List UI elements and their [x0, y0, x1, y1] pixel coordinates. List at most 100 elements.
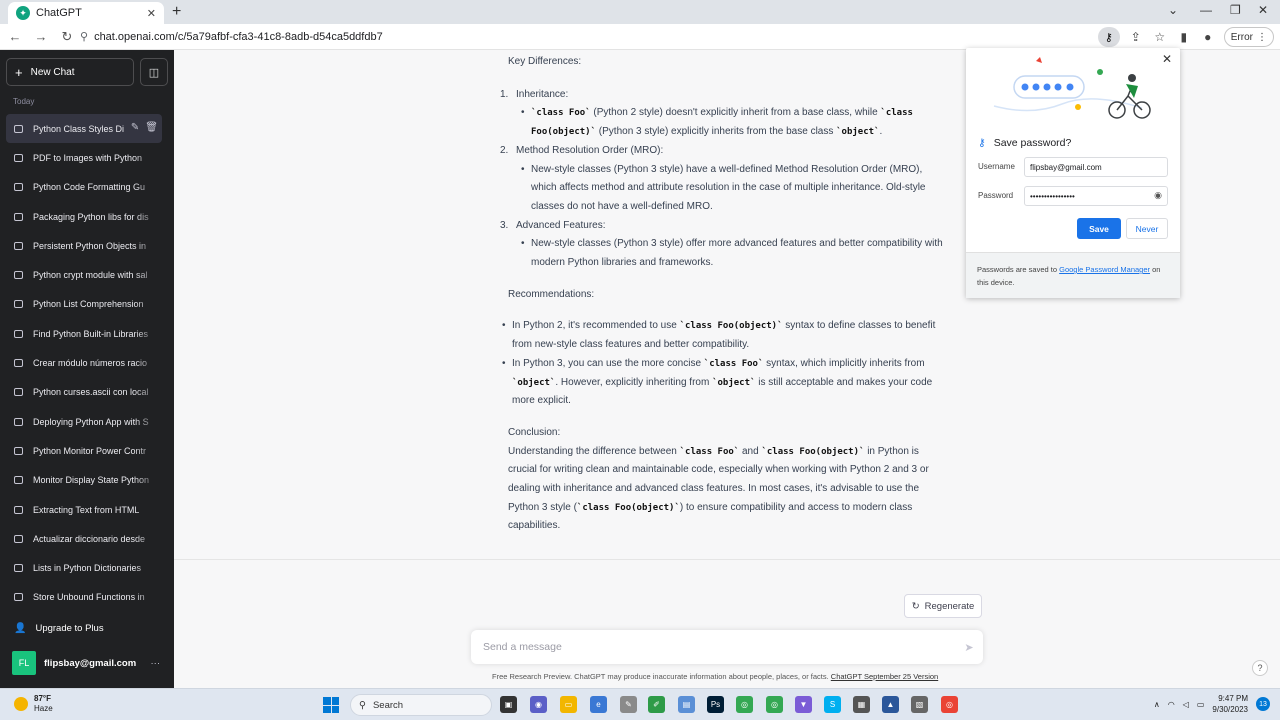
- clock[interactable]: 9:47 PM 9/30/2023: [1212, 693, 1248, 715]
- conversation-label: Extracting Text from HTML: [33, 504, 140, 515]
- conversation-item[interactable]: Python crypt module with sal: [6, 260, 162, 290]
- app-icon[interactable]: ✎: [620, 696, 637, 713]
- password-field[interactable]: •••••••••••••••• ◉: [1024, 186, 1168, 206]
- tab-close-icon[interactable]: ✕: [147, 7, 156, 20]
- profile-icon[interactable]: ●: [1200, 30, 1216, 44]
- fade-overlay: [134, 231, 162, 261]
- version-link[interactable]: ChatGPT September 25 Version: [831, 672, 938, 681]
- tab-search-chevron-icon[interactable]: ⌄: [1168, 3, 1178, 17]
- battery-icon[interactable]: ▭: [1197, 700, 1205, 709]
- browser-tab[interactable]: ✦ ChatGPT ✕: [8, 2, 164, 24]
- text-span: . However, explicitly inheriting from: [555, 376, 713, 388]
- edit-icon[interactable]: ✎: [131, 122, 139, 133]
- address-bar[interactable]: ⚲ chat.openai.com/c/5a79afbf-cfa3-41c8-8a…: [80, 30, 383, 43]
- date: 9/30/2023: [1212, 705, 1248, 714]
- fade-overlay: [134, 260, 162, 290]
- username-field[interactable]: flipsbay@gmail.com: [1024, 157, 1168, 177]
- forward-icon[interactable]: →: [30, 29, 52, 44]
- conversation-label: Packaging Python libs for dis: [33, 211, 149, 222]
- back-icon[interactable]: ←: [4, 29, 26, 44]
- new-chat-button[interactable]: + New Chat: [6, 58, 134, 86]
- save-button[interactable]: Save: [1077, 218, 1121, 239]
- sidebar: + New Chat ◫ Today Python Class Styles D…: [0, 50, 174, 688]
- send-icon[interactable]: ➤: [955, 641, 983, 654]
- close-icon[interactable]: ✕: [1162, 52, 1172, 66]
- conversation-label: Python Monitor Power Contr: [33, 445, 147, 456]
- regenerate-icon: ↻: [911, 600, 920, 612]
- task-view-icon[interactable]: ▣: [500, 696, 517, 713]
- new-tab-icon[interactable]: +: [172, 2, 181, 22]
- conversation-item[interactable]: Python Code Formatting Gu: [6, 172, 162, 202]
- sidebar-toggle-icon[interactable]: ◫: [140, 58, 168, 86]
- conversation-label: Persistent Python Objects in: [33, 240, 147, 251]
- error-label: Error: [1230, 31, 1253, 43]
- bookmark-star-icon[interactable]: ☆: [1152, 30, 1168, 44]
- regenerate-button[interactable]: ↻ Regenerate: [904, 594, 982, 618]
- taskbar-search[interactable]: ⚲ Search: [350, 694, 492, 716]
- conversation-item[interactable]: Monitor Display State Python: [6, 465, 162, 495]
- inline-code: `object`: [512, 377, 556, 388]
- notepad-icon[interactable]: ✐: [648, 696, 665, 713]
- conversation-item[interactable]: PDF to Images with Python: [6, 143, 162, 173]
- password-manager-link[interactable]: Google Password Manager: [1059, 265, 1150, 274]
- never-button[interactable]: Never: [1126, 218, 1168, 239]
- reload-icon[interactable]: ↻: [56, 29, 78, 45]
- photoshop-icon[interactable]: Ps: [707, 696, 724, 713]
- chrome-active-icon[interactable]: ◎: [941, 696, 958, 713]
- list-number: 3.: [500, 219, 509, 231]
- upgrade-button[interactable]: 👤 Upgrade to Plus: [6, 614, 168, 642]
- skype-icon[interactable]: S: [824, 696, 841, 713]
- help-icon[interactable]: ?: [1252, 660, 1268, 676]
- windows-start-icon[interactable]: [323, 697, 339, 713]
- conversation-item[interactable]: Packaging Python libs for dis: [6, 201, 162, 232]
- account-menu[interactable]: FL flipsbay@gmail.com ···: [6, 648, 168, 678]
- conversation-label: Monitor Display State Python: [33, 475, 150, 486]
- list-item: New-style classes (Python 3 style) have …: [512, 161, 948, 217]
- key-icon[interactable]: ⚷: [1097, 27, 1120, 47]
- fade-overlay: [134, 494, 162, 525]
- edge-icon[interactable]: e: [590, 696, 607, 713]
- app-icon[interactable]: ▼: [795, 696, 812, 713]
- weather-widget[interactable]: 87°F Haze: [14, 694, 53, 714]
- text-span: (Python 2 style) doesn't explicitly inhe…: [590, 107, 881, 119]
- volume-icon[interactable]: ◁: [1183, 700, 1189, 709]
- text-span: In Python 2, it's recommended to use: [512, 320, 680, 332]
- app-icon[interactable]: ▲: [882, 696, 899, 713]
- window-close-icon[interactable]: ✕: [1258, 3, 1268, 17]
- message-input[interactable]: [483, 641, 955, 653]
- trash-icon[interactable]: 🗑: [145, 122, 158, 133]
- more-icon[interactable]: ···: [151, 658, 161, 669]
- conversation-item[interactable]: Python Class Styles Di ✎ 🗑: [6, 114, 162, 144]
- conversation-item[interactable]: Python curses.ascii con local: [6, 377, 162, 407]
- conversation-item[interactable]: Actualizar diccionario desde: [6, 524, 162, 554]
- side-panel-icon[interactable]: ▮: [1176, 30, 1192, 44]
- file-explorer-icon[interactable]: ▭: [560, 696, 577, 713]
- chat-app-icon[interactable]: ◉: [530, 696, 547, 713]
- conversation-item[interactable]: Lists in Python Dictionaries: [6, 553, 162, 583]
- photos-icon[interactable]: ▤: [678, 696, 695, 713]
- chrome-profile-icon[interactable]: ◎: [766, 696, 783, 713]
- conversation-item[interactable]: Crear módulo números racio: [6, 348, 162, 378]
- notification-badge[interactable]: 13: [1256, 697, 1270, 711]
- chrome-icon[interactable]: ◎: [736, 696, 753, 713]
- mro-heading: Method Resolution Order (MRO):: [516, 144, 664, 156]
- text-span: and: [739, 445, 762, 457]
- conversation-item[interactable]: Python List Comprehension: [6, 289, 162, 320]
- site-info-icon[interactable]: ⚲: [80, 31, 88, 43]
- wifi-icon[interactable]: ◠: [1168, 700, 1175, 709]
- chevron-up-icon[interactable]: ∧: [1154, 700, 1160, 709]
- error-button[interactable]: Error ⋮: [1223, 27, 1274, 47]
- conversation-item[interactable]: Python Monitor Power Contr: [6, 436, 162, 466]
- minimize-icon[interactable]: —: [1200, 3, 1212, 17]
- share-icon[interactable]: ⇪: [1128, 30, 1144, 44]
- maximize-icon[interactable]: ❐: [1230, 3, 1241, 17]
- conversation-item[interactable]: Extracting Text from HTML: [6, 494, 162, 525]
- app-icon[interactable]: ▧: [911, 696, 928, 713]
- conversation-item[interactable]: Deploying Python App with S: [6, 406, 162, 437]
- conversation-item[interactable]: Persistent Python Objects in: [6, 231, 162, 261]
- conversation-item[interactable]: Store Unbound Functions in: [6, 582, 162, 613]
- conversation-item[interactable]: Find Python Built-in Libraries: [6, 319, 162, 349]
- eye-icon[interactable]: ◉: [1154, 190, 1162, 201]
- calculator-icon[interactable]: ▦: [853, 696, 870, 713]
- username-label: Username: [978, 162, 1015, 171]
